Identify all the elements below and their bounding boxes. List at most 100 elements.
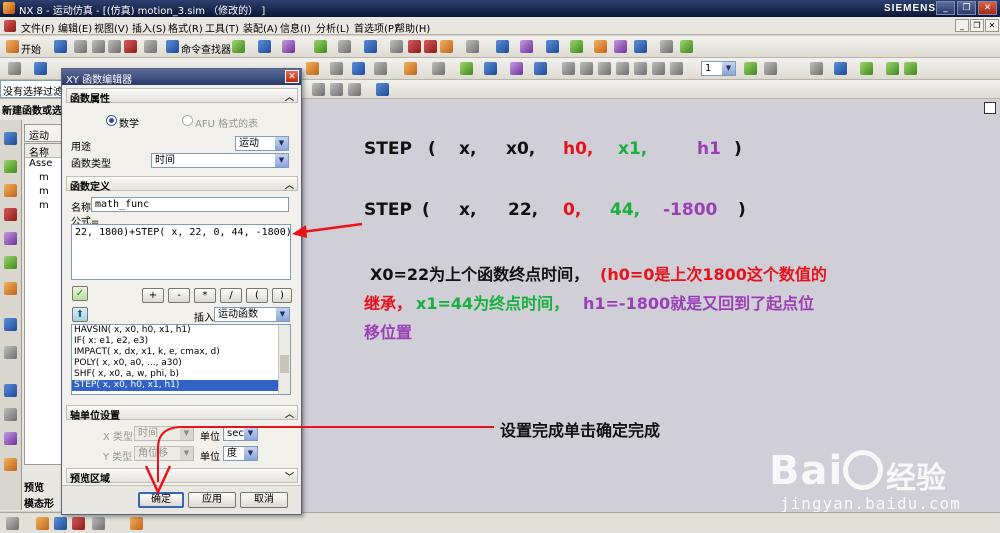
resource-icon-1[interactable] xyxy=(4,132,17,145)
doc-restore-button[interactable]: ❐ xyxy=(970,19,984,32)
last-frame-icon[interactable] xyxy=(670,62,683,75)
formula-input[interactable]: 22, 1800)+STEP( x, 22, 0, 44, -1800) xyxy=(71,224,291,280)
toolbar-icon-14[interactable] xyxy=(570,40,583,53)
minus-button[interactable]: - xyxy=(168,288,190,303)
preview-label[interactable]: 预览 xyxy=(24,479,44,494)
resource-icon-11[interactable] xyxy=(4,408,17,421)
cut-icon[interactable] xyxy=(74,40,87,53)
axis-units-header[interactable]: 轴单位设置 ︿ xyxy=(66,405,298,422)
undo-icon[interactable] xyxy=(144,40,157,53)
status-icon-5[interactable] xyxy=(92,517,105,530)
resource-icon-5[interactable] xyxy=(4,232,17,245)
nx-menu-icon[interactable] xyxy=(4,20,16,32)
x-type-select[interactable]: 时间 ▼ xyxy=(134,426,194,441)
motion-icon-5[interactable] xyxy=(404,62,417,75)
status-icon-2[interactable] xyxy=(36,517,49,530)
selection-icon-3[interactable] xyxy=(348,83,361,96)
motion-icon-12[interactable] xyxy=(764,62,777,75)
status-icon-3[interactable] xyxy=(54,517,67,530)
toolbar-icon-4[interactable] xyxy=(314,40,327,53)
minimize-button[interactable]: _ xyxy=(936,1,955,15)
function-list-item-selected[interactable]: STEP( x, x0, h0, x1, h1) xyxy=(72,380,290,391)
menu-info[interactable]: 信息(I) xyxy=(280,20,311,35)
status-icon-6[interactable] xyxy=(130,517,143,530)
menu-help[interactable]: 帮助(H) xyxy=(395,20,430,35)
toolbar-icon-1[interactable] xyxy=(232,40,245,53)
resource-icon-3[interactable] xyxy=(4,184,17,197)
motion-icon-14[interactable] xyxy=(834,62,847,75)
mode-shape-label[interactable]: 模态形 xyxy=(24,495,54,510)
toolbar-icon-16[interactable] xyxy=(614,40,627,53)
toolbar-icon-13[interactable] xyxy=(546,40,559,53)
function-props-header[interactable]: 函数属性 ︿ xyxy=(66,88,298,105)
selection-icon-1[interactable] xyxy=(312,83,325,96)
motion-icon-15[interactable] xyxy=(860,62,873,75)
cancel-button[interactable]: 取消 xyxy=(240,492,288,508)
motion-icon-11[interactable] xyxy=(744,62,757,75)
toolbar-icon-8[interactable] xyxy=(424,40,437,53)
first-frame-icon[interactable] xyxy=(562,62,575,75)
toolbar-icon-7[interactable] xyxy=(408,40,421,53)
y-unit-select[interactable]: 度 ▼ xyxy=(223,446,258,461)
afu-radio[interactable] xyxy=(182,115,193,126)
motion-icon-3[interactable] xyxy=(352,62,365,75)
menu-tools[interactable]: 工具(T) xyxy=(205,20,239,35)
resource-icon-10[interactable] xyxy=(4,384,17,397)
doc-close-button[interactable]: ✕ xyxy=(985,19,999,32)
motion-icon-16[interactable] xyxy=(886,62,899,75)
motion-icon-6[interactable] xyxy=(432,62,445,75)
start-menu-label[interactable]: 开始 xyxy=(21,41,41,56)
status-icon-4[interactable] xyxy=(72,517,85,530)
command-finder-label[interactable]: 命令查找器 xyxy=(181,41,231,56)
toolbar-icon-18[interactable] xyxy=(660,40,673,53)
resource-icon-6[interactable] xyxy=(4,256,17,269)
resource-icon-8[interactable] xyxy=(4,318,17,331)
tree-item[interactable]: Asse xyxy=(25,158,61,172)
function-list-item[interactable]: SHF( x, x0, a, w, phi, b) xyxy=(72,369,290,380)
math-radio[interactable] xyxy=(106,115,117,126)
toolbar-icon-3[interactable] xyxy=(282,40,295,53)
motion-icon-9[interactable] xyxy=(510,62,523,75)
menu-preferences[interactable]: 首选项(P) xyxy=(354,20,398,35)
resource-icon-4[interactable] xyxy=(4,208,17,221)
function-list-item[interactable]: HAVSIN( x, x0, h0, x1, h1) xyxy=(72,325,290,336)
motion-icon-4[interactable] xyxy=(374,62,387,75)
menu-analysis[interactable]: 分析(L) xyxy=(316,20,349,35)
toolbar-icon-10[interactable] xyxy=(466,40,479,53)
x-unit-select[interactable]: sec ▼ xyxy=(223,426,258,441)
divide-button[interactable]: / xyxy=(220,288,242,303)
copy-icon[interactable] xyxy=(92,40,105,53)
toolbar-icon-19[interactable] xyxy=(680,40,693,53)
toolbar-icon-9[interactable] xyxy=(440,40,453,53)
toolbar-icon-17[interactable] xyxy=(634,40,647,53)
insert-category-select[interactable]: 运动函数 ▼ xyxy=(214,307,290,322)
apply-button[interactable]: 应用 xyxy=(188,492,236,508)
motion-icon-10[interactable] xyxy=(534,62,547,75)
function-def-header[interactable]: 函数定义 ︿ xyxy=(66,176,298,193)
toolbar-icon-6[interactable] xyxy=(390,40,403,53)
save-icon[interactable] xyxy=(54,40,67,53)
new-icon[interactable] xyxy=(8,62,21,75)
motion-icon-17[interactable] xyxy=(904,62,917,75)
start-icon[interactable] xyxy=(6,40,19,53)
command-finder-icon[interactable] xyxy=(166,40,179,53)
menu-file[interactable]: 文件(F) xyxy=(21,20,55,35)
prev-frame-icon[interactable] xyxy=(580,62,593,75)
motion-icon-1[interactable] xyxy=(306,62,319,75)
tree-item[interactable]: m xyxy=(25,172,61,186)
function-name-input[interactable]: math_func xyxy=(91,197,289,212)
menu-format[interactable]: 格式(R) xyxy=(168,20,203,35)
delete-icon[interactable] xyxy=(124,40,137,53)
function-listbox[interactable]: HAVSIN( x, x0, h0, x1, h1) IF( x: e1, e2… xyxy=(71,324,291,395)
open-icon[interactable] xyxy=(34,62,47,75)
tree-item[interactable]: m xyxy=(25,200,61,214)
close-paren-button[interactable]: ) xyxy=(272,288,292,303)
play-icon[interactable] xyxy=(634,62,647,75)
status-icon-1[interactable] xyxy=(6,517,19,530)
function-list-item[interactable]: IF( x: e1, e2, e3) xyxy=(72,336,290,347)
menu-view[interactable]: 视图(V) xyxy=(94,20,129,35)
ok-button[interactable]: 确定 xyxy=(138,492,184,508)
toolbar-icon-15[interactable] xyxy=(594,40,607,53)
close-button[interactable]: ✕ xyxy=(978,1,997,15)
scrollbar-thumb[interactable] xyxy=(280,355,289,373)
